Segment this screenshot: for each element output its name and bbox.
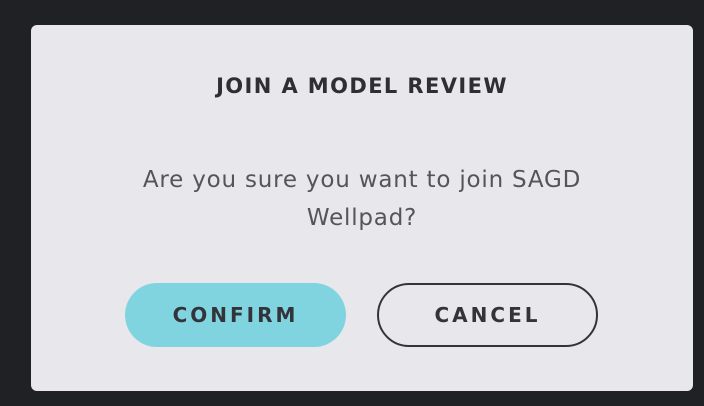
join-model-review-dialog: JOIN A MODEL REVIEW Are you sure you wan… (31, 25, 693, 391)
cancel-button[interactable]: CANCEL (377, 283, 598, 347)
dialog-title: JOIN A MODEL REVIEW (216, 74, 508, 98)
confirm-button[interactable]: CONFIRM (125, 283, 346, 347)
dialog-message: Are you sure you want to join SAGD Wellp… (142, 167, 582, 231)
